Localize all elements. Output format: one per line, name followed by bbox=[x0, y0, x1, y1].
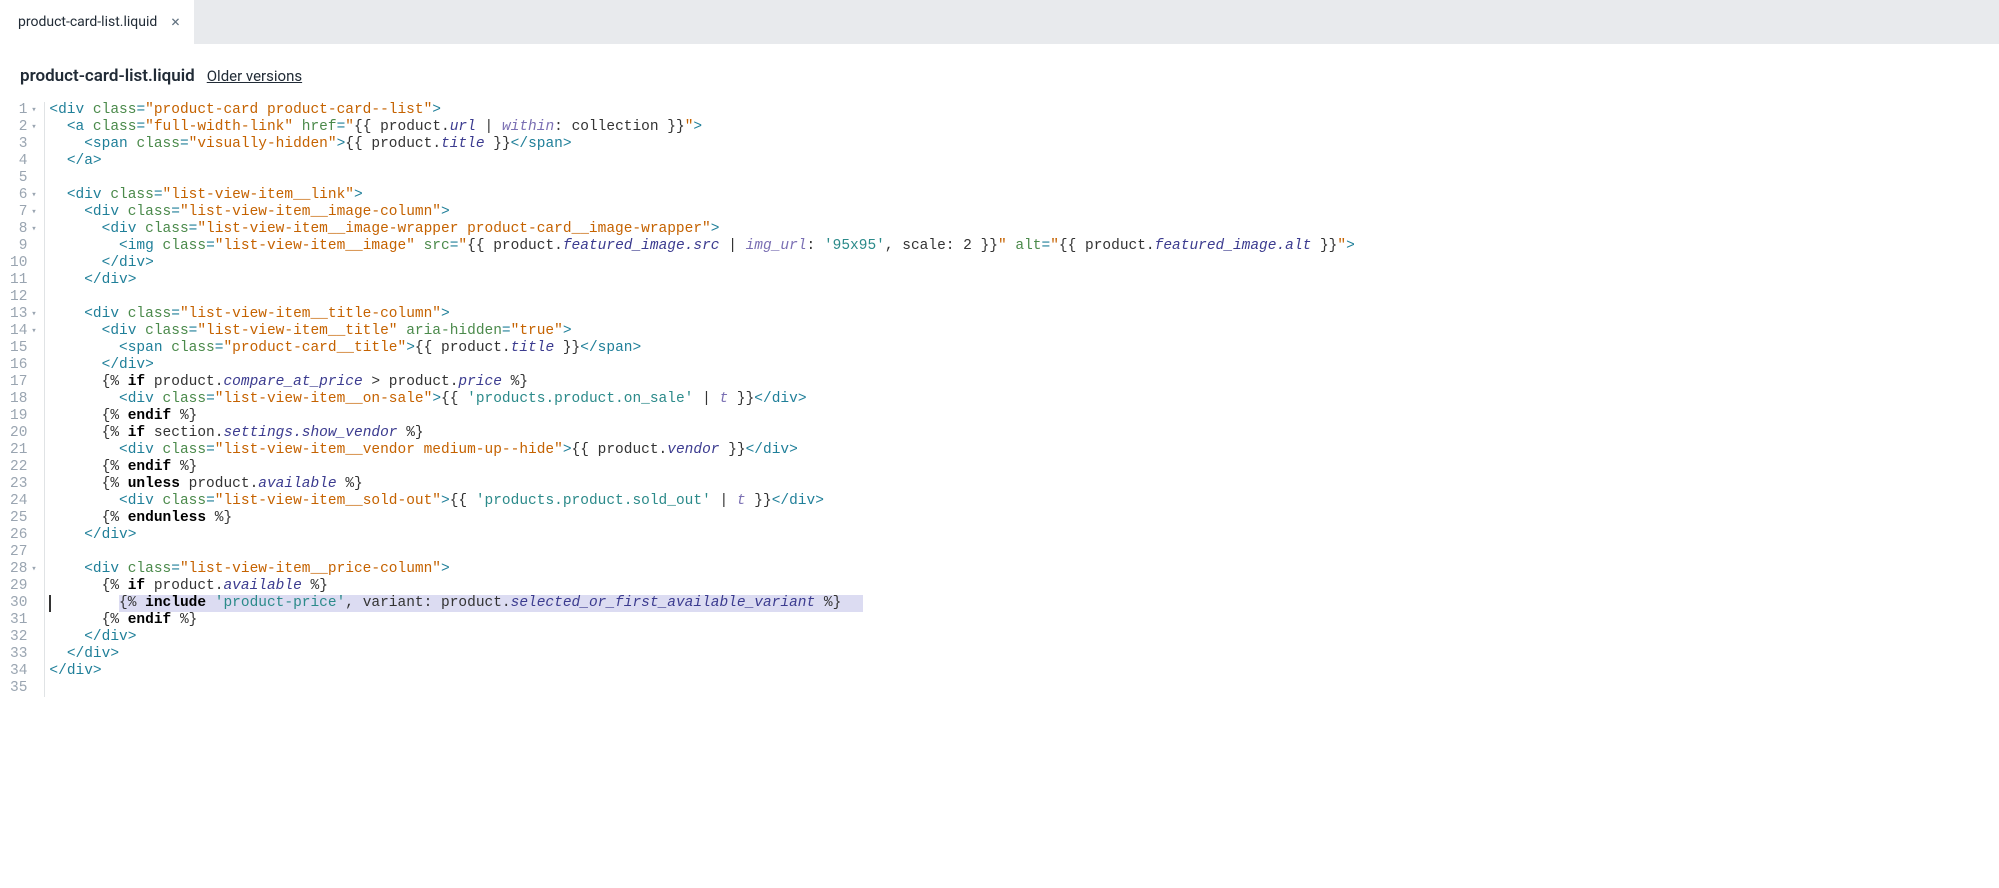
line-number[interactable]: 11 bbox=[10, 272, 38, 289]
code-line[interactable]: </div> bbox=[49, 646, 1354, 663]
code-line[interactable]: {% include 'product-price', variant: pro… bbox=[49, 595, 1354, 612]
code-line[interactable]: <div class="list-view-item__image-wrappe… bbox=[49, 221, 1354, 238]
line-number[interactable]: 13▾ bbox=[10, 306, 38, 323]
close-icon[interactable]: × bbox=[171, 14, 180, 30]
tab-filename: product-card-list.liquid bbox=[18, 14, 157, 30]
text-cursor bbox=[49, 595, 51, 612]
code-line[interactable] bbox=[49, 544, 1354, 561]
code-line[interactable]: <div class="product-card product-card--l… bbox=[49, 102, 1354, 119]
line-number[interactable]: 22 bbox=[10, 459, 38, 476]
code-line[interactable]: </div> bbox=[49, 255, 1354, 272]
line-number[interactable]: 14▾ bbox=[10, 323, 38, 340]
line-number[interactable]: 6▾ bbox=[10, 187, 38, 204]
line-number[interactable]: 5 bbox=[10, 170, 38, 187]
line-number[interactable]: 7▾ bbox=[10, 204, 38, 221]
fold-icon[interactable]: ▾ bbox=[29, 204, 38, 221]
fold-icon[interactable]: ▾ bbox=[29, 561, 38, 578]
code-line[interactable]: {% if product.compare_at_price > product… bbox=[49, 374, 1354, 391]
code-line[interactable]: {% endif %} bbox=[49, 612, 1354, 629]
code-area[interactable]: <div class="product-card product-card--l… bbox=[45, 102, 1354, 697]
code-line[interactable]: {% unless product.available %} bbox=[49, 476, 1354, 493]
fold-icon[interactable]: ▾ bbox=[29, 221, 38, 238]
line-number[interactable]: 23 bbox=[10, 476, 38, 493]
code-line[interactable]: {% endif %} bbox=[49, 459, 1354, 476]
fold-icon[interactable]: ▾ bbox=[29, 102, 38, 119]
code-line[interactable]: <img class="list-view-item__image" src="… bbox=[49, 238, 1354, 255]
line-number[interactable]: 32 bbox=[10, 629, 38, 646]
code-line[interactable]: <div class="list-view-item__link"> bbox=[49, 187, 1354, 204]
line-number[interactable]: 2▾ bbox=[10, 119, 38, 136]
fold-icon[interactable]: ▾ bbox=[29, 119, 38, 136]
code-line[interactable]: <div class="list-view-item__title-column… bbox=[49, 306, 1354, 323]
code-line[interactable]: {% if section.settings.show_vendor %} bbox=[49, 425, 1354, 442]
line-number[interactable]: 17 bbox=[10, 374, 38, 391]
code-line[interactable] bbox=[49, 170, 1354, 187]
code-line[interactable]: <div class="list-view-item__price-column… bbox=[49, 561, 1354, 578]
line-gutter: 1▾2▾3456▾7▾8▾910111213▾14▾15161718192021… bbox=[0, 102, 45, 697]
code-line[interactable]: </div> bbox=[49, 357, 1354, 374]
code-line[interactable]: <div class="list-view-item__image-column… bbox=[49, 204, 1354, 221]
line-number[interactable]: 10 bbox=[10, 255, 38, 272]
line-number[interactable]: 8▾ bbox=[10, 221, 38, 238]
file-tab[interactable]: product-card-list.liquid × bbox=[0, 0, 195, 44]
line-number[interactable]: 29 bbox=[10, 578, 38, 595]
line-number[interactable]: 4 bbox=[10, 153, 38, 170]
code-line[interactable]: <div class="list-view-item__sold-out">{{… bbox=[49, 493, 1354, 510]
fold-icon[interactable]: ▾ bbox=[29, 306, 38, 323]
code-line[interactable]: </div> bbox=[49, 527, 1354, 544]
line-number[interactable]: 33 bbox=[10, 646, 38, 663]
code-line[interactable] bbox=[49, 289, 1354, 306]
code-line[interactable]: </a> bbox=[49, 153, 1354, 170]
line-number[interactable]: 26 bbox=[10, 527, 38, 544]
code-line[interactable]: {% endif %} bbox=[49, 408, 1354, 425]
line-number[interactable]: 1▾ bbox=[10, 102, 38, 119]
line-number[interactable]: 24 bbox=[10, 493, 38, 510]
code-line[interactable]: <a class="full-width-link" href="{{ prod… bbox=[49, 119, 1354, 136]
code-line[interactable]: </div> bbox=[49, 663, 1354, 680]
code-line[interactable] bbox=[49, 680, 1354, 697]
code-line[interactable]: <div class="list-view-item__title" aria-… bbox=[49, 323, 1354, 340]
line-number[interactable]: 9 bbox=[10, 238, 38, 255]
file-title: product-card-list.liquid bbox=[20, 66, 195, 86]
line-number[interactable]: 15 bbox=[10, 340, 38, 357]
line-number[interactable]: 21 bbox=[10, 442, 38, 459]
fold-icon[interactable]: ▾ bbox=[29, 323, 38, 340]
line-number[interactable]: 18 bbox=[10, 391, 38, 408]
line-number[interactable]: 3 bbox=[10, 136, 38, 153]
line-number[interactable]: 12 bbox=[10, 289, 38, 306]
line-number[interactable]: 20 bbox=[10, 425, 38, 442]
line-number[interactable]: 35 bbox=[10, 680, 38, 697]
line-number[interactable]: 25 bbox=[10, 510, 38, 527]
code-line[interactable]: <span class="product-card__title">{{ pro… bbox=[49, 340, 1354, 357]
line-number[interactable]: 31 bbox=[10, 612, 38, 629]
code-line[interactable]: <div class="list-view-item__on-sale">{{ … bbox=[49, 391, 1354, 408]
tab-bar: product-card-list.liquid × bbox=[0, 0, 1999, 44]
line-number[interactable]: 19 bbox=[10, 408, 38, 425]
line-number[interactable]: 28▾ bbox=[10, 561, 38, 578]
code-line[interactable]: {% endunless %} bbox=[49, 510, 1354, 527]
line-number[interactable]: 30 bbox=[10, 595, 38, 612]
line-number[interactable]: 27 bbox=[10, 544, 38, 561]
code-line[interactable]: {% if product.available %} bbox=[49, 578, 1354, 595]
code-editor[interactable]: 1▾2▾3456▾7▾8▾910111213▾14▾15161718192021… bbox=[0, 102, 1999, 697]
code-line[interactable]: </div> bbox=[49, 272, 1354, 289]
code-line[interactable]: <div class="list-view-item__vendor mediu… bbox=[49, 442, 1354, 459]
code-line[interactable]: <span class="visually-hidden">{{ product… bbox=[49, 136, 1354, 153]
line-number[interactable]: 34 bbox=[10, 663, 38, 680]
line-number[interactable]: 16 bbox=[10, 357, 38, 374]
older-versions-link[interactable]: Older versions bbox=[207, 67, 302, 85]
code-line[interactable]: </div> bbox=[49, 629, 1354, 646]
file-header: product-card-list.liquid Older versions bbox=[0, 44, 1999, 102]
fold-icon[interactable]: ▾ bbox=[29, 187, 38, 204]
